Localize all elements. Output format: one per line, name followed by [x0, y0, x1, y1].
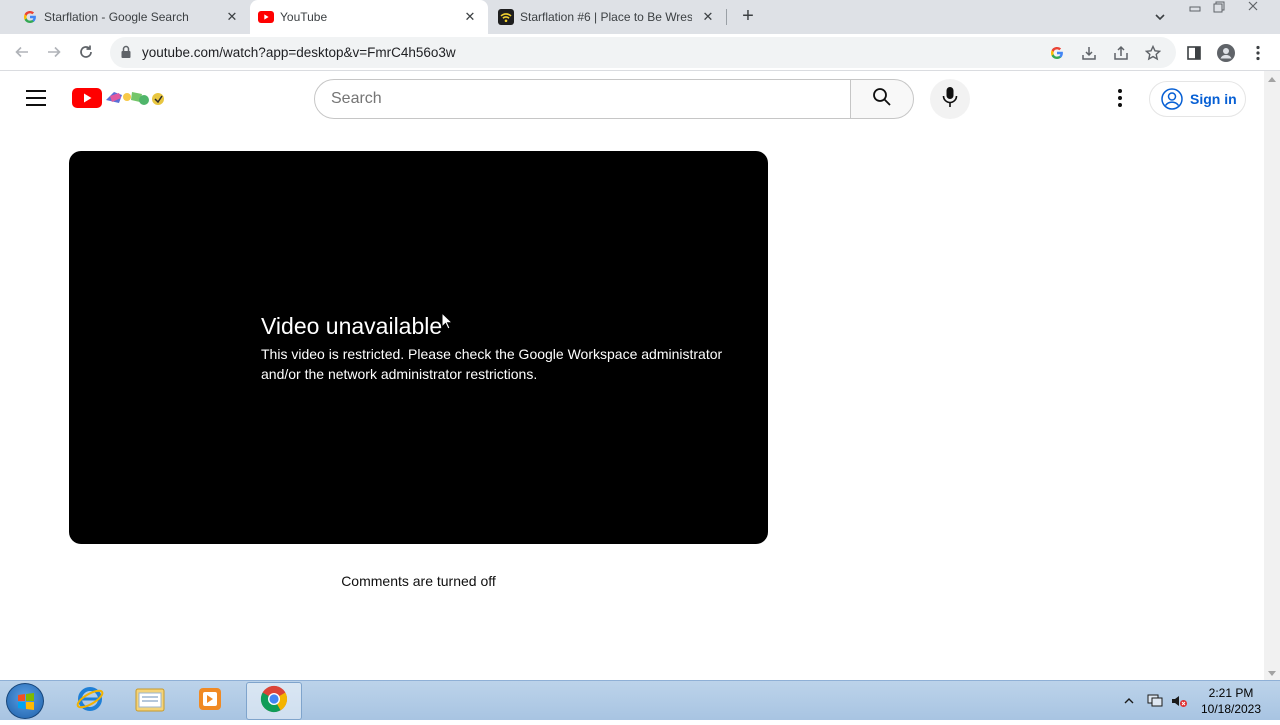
show-hidden-icons[interactable] — [1124, 681, 1134, 721]
file-explorer-icon — [134, 685, 166, 718]
microphone-icon — [942, 86, 958, 113]
tab-title: YouTube — [280, 10, 328, 24]
tab-search-icon[interactable] — [1152, 9, 1168, 25]
chrome-icon — [259, 684, 289, 719]
clock-date: 10/18/2023 — [1200, 702, 1262, 716]
chrome-taskbar-button[interactable] — [246, 682, 302, 720]
internet-explorer-button[interactable] — [62, 682, 118, 720]
browser-tabstrip: Starflation - Google Search ✕ YouTube ✕ … — [0, 0, 1280, 34]
google-icon — [22, 9, 38, 25]
youtube-logo[interactable] — [72, 86, 168, 110]
start-button[interactable] — [6, 683, 44, 719]
network-icon[interactable] — [1146, 681, 1164, 721]
close-window-icon[interactable] — [1244, 0, 1262, 20]
file-explorer-button[interactable] — [122, 682, 178, 720]
scroll-up-icon[interactable] — [1268, 77, 1276, 82]
close-tab-icon[interactable]: ✕ — [224, 9, 240, 25]
comments-status: Comments are turned off — [341, 573, 496, 589]
reload-icon[interactable] — [76, 42, 96, 62]
chevron-up-icon — [1124, 698, 1134, 704]
mouse-cursor-icon — [441, 311, 454, 330]
settings-more-icon[interactable] — [1110, 88, 1130, 108]
tab-google-search[interactable]: Starflation - Google Search ✕ — [0, 0, 248, 34]
menu-icon[interactable] — [26, 90, 46, 106]
windows-logo-icon — [18, 693, 34, 710]
forward-icon[interactable] — [44, 42, 64, 62]
scroll-down-icon[interactable] — [1268, 671, 1276, 676]
error-message: This video is restricted. Please check t… — [261, 346, 723, 382]
tab-divider — [726, 9, 727, 25]
profile-avatar-icon[interactable] — [1216, 43, 1236, 63]
youtube-icon — [258, 9, 274, 25]
back-icon[interactable] — [12, 42, 32, 62]
bookmark-star-icon[interactable] — [1144, 44, 1162, 62]
tab-starflation-article[interactable]: Starflation #6 | Place to Be Wrest ✕ — [488, 0, 724, 34]
wifi-site-icon — [498, 9, 514, 25]
account-circle-icon — [1160, 87, 1184, 111]
system-clock[interactable]: 2:21 PM 10/18/2023 — [1196, 685, 1266, 717]
lock-icon[interactable] — [120, 45, 132, 59]
share-icon[interactable] — [1112, 44, 1130, 62]
windows-taskbar: 2:21 PM 10/18/2023 — [0, 680, 1280, 720]
search-input[interactable]: Search — [314, 79, 851, 119]
close-tab-icon[interactable]: ✕ — [700, 9, 716, 25]
search-placeholder: Search — [331, 90, 382, 107]
chrome-menu-icon[interactable] — [1248, 43, 1268, 63]
page-scrollbar[interactable] — [1264, 71, 1280, 680]
voice-search-button[interactable] — [930, 79, 970, 119]
restore-icon[interactable] — [1210, 0, 1228, 20]
media-player-icon — [196, 685, 224, 718]
google-translate-icon[interactable] — [1048, 44, 1066, 62]
internet-explorer-icon — [75, 684, 105, 719]
search-button[interactable] — [850, 79, 914, 119]
url-text[interactable]: youtube.com/watch?app=desktop&v=FmrC4h56… — [142, 45, 456, 60]
error-title: Video unavailable — [261, 313, 443, 339]
volume-muted-icon[interactable] — [1170, 681, 1188, 721]
media-player-button[interactable] — [182, 682, 238, 720]
video-player[interactable]: Video unavailable This video is restrict… — [69, 151, 768, 544]
browser-toolbar: youtube.com/watch?app=desktop&v=FmrC4h56… — [0, 34, 1280, 71]
search-icon — [872, 87, 892, 112]
side-panel-icon[interactable] — [1184, 43, 1204, 63]
tab-title: Starflation #6 | Place to Be Wrest — [520, 10, 692, 24]
sign-in-label: Sign in — [1190, 91, 1237, 107]
install-app-icon[interactable] — [1080, 44, 1098, 62]
close-tab-icon[interactable]: ✕ — [462, 9, 478, 25]
new-tab-button[interactable]: + — [736, 6, 760, 28]
address-bar[interactable]: youtube.com/watch?app=desktop&v=FmrC4h56… — [110, 37, 1176, 68]
tab-title: Starflation - Google Search — [44, 10, 189, 24]
youtube-header: Search Sign in — [0, 71, 1264, 127]
tab-youtube[interactable]: YouTube ✕ — [250, 0, 488, 34]
clock-time: 2:21 PM — [1208, 686, 1254, 700]
minimize-icon[interactable] — [1186, 0, 1204, 20]
sign-in-button[interactable]: Sign in — [1149, 81, 1246, 117]
